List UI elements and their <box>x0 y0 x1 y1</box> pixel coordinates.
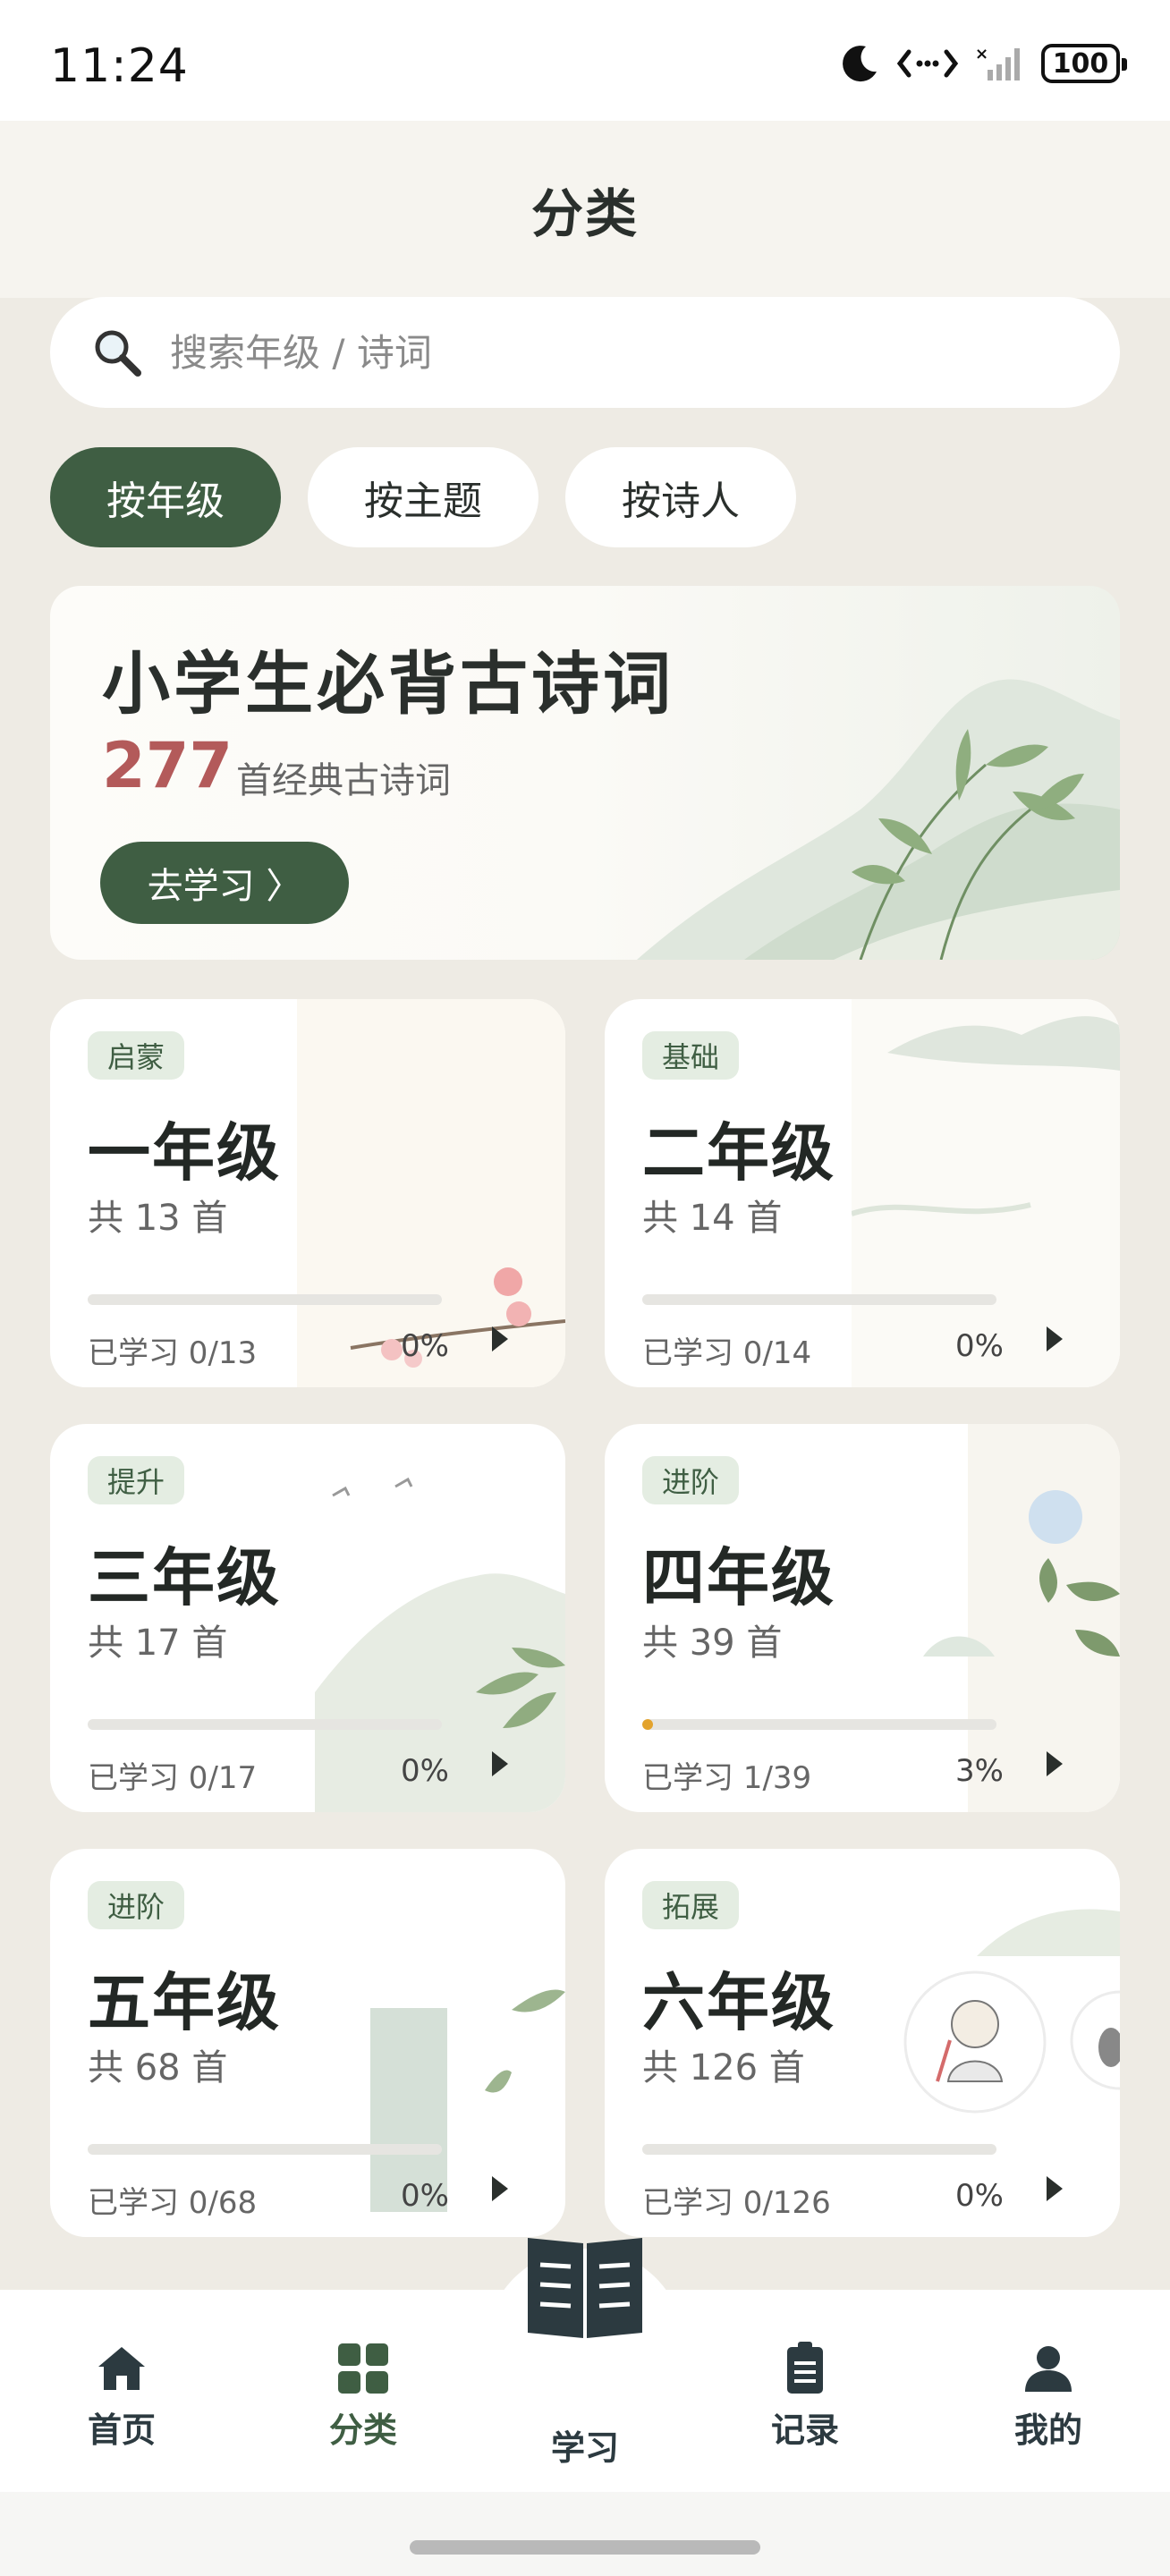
progress-bar <box>88 2144 442 2155</box>
hero-title: 小学生必背古诗词 <box>102 644 674 724</box>
status-icons: × 100 <box>839 43 1127 84</box>
status-time: 11:24 <box>50 39 189 93</box>
grade-tag: 启蒙 <box>88 1031 185 1080</box>
home-indicator[interactable] <box>410 2540 760 2555</box>
nav-label: 首页 <box>87 2411 156 2450</box>
learned-count: 已学习 0/17 <box>88 1760 258 1796</box>
grade-card-5[interactable]: 进阶 五年级 共 68 首 已学习 0/68 0% <box>50 1849 565 2237</box>
grade-tag: 提升 <box>88 1456 185 1504</box>
arrow-right-icon <box>1047 1751 1063 1776</box>
progress-percent: 0% <box>401 1753 449 1789</box>
progress-bar <box>642 2144 996 2155</box>
search-icon <box>95 330 141 377</box>
grade-name: 三年级 <box>88 1541 281 1614</box>
grade-name: 四年级 <box>642 1541 835 1614</box>
grade-count: 共 13 首 <box>88 1198 228 1239</box>
grade-card-4[interactable]: 进阶 四年级 共 39 首 已学习 1/39 3% <box>605 1424 1120 1812</box>
arrow-right-icon <box>492 2176 508 2201</box>
nav-label: 分类 <box>328 2411 397 2450</box>
app-header: 分类 <box>0 121 1170 298</box>
progress-percent: 3% <box>955 1753 1004 1789</box>
progress-bar <box>642 1719 996 1730</box>
learned-count: 已学习 1/39 <box>642 1760 812 1796</box>
tab-by-grade[interactable]: 按年级 <box>50 447 281 547</box>
nav-label: 记录 <box>770 2411 839 2450</box>
search-bar[interactable] <box>50 297 1120 408</box>
learned-count: 已学习 0/68 <box>88 2185 258 2221</box>
grade-tag: 进阶 <box>88 1881 185 1929</box>
hero-count-suffix: 首经典古诗词 <box>236 760 451 801</box>
system-nav-area <box>0 2492 1170 2576</box>
hero-count: 277 <box>102 729 233 802</box>
grade-card-3[interactable]: 提升 三年级 共 17 首 已学习 0/17 0% <box>50 1424 565 1812</box>
nav-mine[interactable]: 我的 <box>977 2340 1120 2452</box>
filter-tabs: 按年级 按主题 按诗人 <box>50 447 796 547</box>
learned-count: 已学习 0/13 <box>88 1335 258 1371</box>
nav-record[interactable]: 记录 <box>733 2340 877 2452</box>
signal-icon: × <box>975 45 1020 80</box>
home-icon <box>98 2347 145 2390</box>
grade-count: 共 126 首 <box>642 2047 805 2089</box>
data-transfer-icon <box>896 49 959 78</box>
grade-count: 共 17 首 <box>88 1623 228 1664</box>
svg-text:×: × <box>975 45 988 64</box>
learned-count: 已学习 0/126 <box>642 2185 831 2221</box>
moon-icon <box>843 46 877 82</box>
nav-home[interactable]: 首页 <box>50 2340 193 2452</box>
clipboard-icon <box>787 2342 823 2394</box>
arrow-right-icon <box>1047 2176 1063 2201</box>
book-icon[interactable] <box>524 2229 646 2340</box>
grade-tag: 基础 <box>642 1031 740 1080</box>
person-icon <box>1025 2346 1072 2392</box>
grade-count: 共 68 首 <box>88 2047 228 2089</box>
grade-name: 六年级 <box>642 1966 835 2039</box>
progress-bar <box>88 1294 442 1305</box>
progress-fill <box>642 1719 653 1730</box>
arrow-right-icon <box>1047 1326 1063 1352</box>
nav-category[interactable]: 分类 <box>292 2340 435 2452</box>
progress-bar <box>642 1294 996 1305</box>
grade-name: 五年级 <box>88 1966 281 2039</box>
grid-icon <box>338 2343 388 2394</box>
arrow-right-icon <box>492 1751 508 1776</box>
search-input[interactable] <box>170 330 1120 375</box>
progress-bar <box>88 1719 442 1730</box>
status-bar: 11:24 × 100 <box>0 0 1170 121</box>
learned-count: 已学习 0/14 <box>642 1335 812 1371</box>
grade-name: 二年级 <box>642 1116 835 1190</box>
grade-card-2[interactable]: 基础 二年级 共 14 首 已学习 0/14 0% <box>605 999 1120 1387</box>
tab-by-poet[interactable]: 按诗人 <box>565 447 796 547</box>
arrow-right-icon <box>492 1326 508 1352</box>
grade-card-1[interactable]: 启蒙 一年级 共 13 首 已学习 0/13 0% <box>50 999 565 1387</box>
tab-by-theme[interactable]: 按主题 <box>308 447 538 547</box>
grade-tag: 进阶 <box>642 1456 740 1504</box>
go-learn-button[interactable]: 去学习 〉 <box>100 842 349 924</box>
progress-percent: 0% <box>955 1328 1004 1364</box>
grade-count: 共 14 首 <box>642 1198 783 1239</box>
nav-label: 我的 <box>1013 2411 1082 2450</box>
grade-count: 共 39 首 <box>642 1623 783 1664</box>
hero-card[interactable]: 小学生必背古诗词 277 首经典古诗词 去学习 〉 <box>50 586 1120 960</box>
grade-name: 一年级 <box>88 1116 281 1190</box>
progress-percent: 0% <box>955 2178 1004 2214</box>
progress-percent: 0% <box>401 1328 449 1364</box>
grade-tag: 拓展 <box>642 1881 740 1929</box>
page-title: 分类 <box>530 183 639 244</box>
progress-percent: 0% <box>401 2178 449 2214</box>
battery-icon: 100 <box>1041 44 1127 83</box>
grade-card-6[interactable]: 拓展 六年级 共 126 首 已学习 0/126 0% <box>605 1849 1120 2237</box>
nav-learn-label[interactable]: 学习 <box>549 2420 621 2470</box>
